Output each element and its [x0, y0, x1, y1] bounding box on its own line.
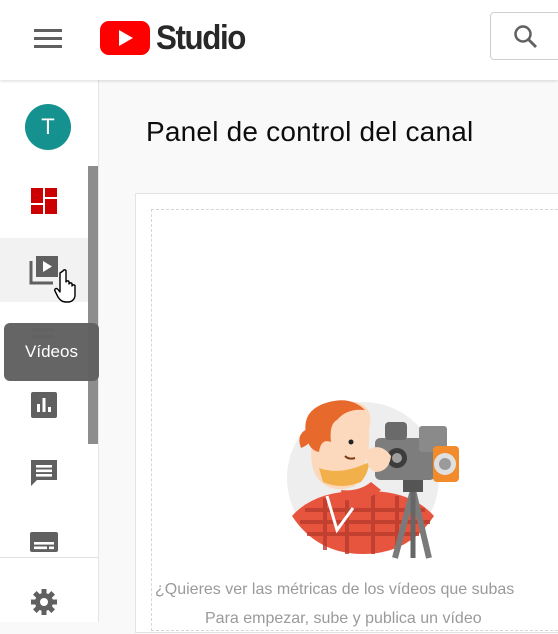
- studio-logo[interactable]: Studio: [100, 15, 253, 61]
- sidebar-scrollbar[interactable]: [88, 166, 98, 444]
- logo-text: Studio: [156, 18, 246, 57]
- subtitles-icon: [30, 532, 58, 552]
- menu-icon[interactable]: [34, 26, 62, 50]
- analytics-icon: [31, 392, 57, 418]
- sidebar-divider: [0, 557, 98, 558]
- page-title: Panel de control del canal: [146, 116, 474, 147]
- sidebar-item-subtitles[interactable]: [0, 510, 88, 574]
- hand-cursor-icon: [54, 269, 76, 303]
- videographer-illustration: [287, 400, 459, 559]
- top-bar: Studio: [0, 0, 558, 80]
- settings-icon: [31, 589, 57, 615]
- comments-icon: [31, 460, 57, 486]
- sidebar-item-dashboard[interactable]: [0, 169, 88, 233]
- empty-state-text: ¿Quieres ver las métricas de los vídeos …: [155, 581, 515, 598]
- avatar[interactable]: T: [25, 104, 71, 150]
- search-icon: [514, 25, 537, 48]
- sidebar-item-comments[interactable]: [0, 441, 88, 505]
- youtube-logo-icon: [100, 21, 150, 55]
- dashboard-icon: [31, 188, 57, 214]
- sidebar-item-settings[interactable]: [0, 570, 88, 634]
- videos-tooltip: Vídeos: [4, 323, 99, 381]
- empty-state-subtext: Para empezar, sube y publica un vídeo: [205, 610, 482, 627]
- sidebar-item-analytics[interactable]: [0, 373, 88, 437]
- search-box[interactable]: [490, 12, 558, 60]
